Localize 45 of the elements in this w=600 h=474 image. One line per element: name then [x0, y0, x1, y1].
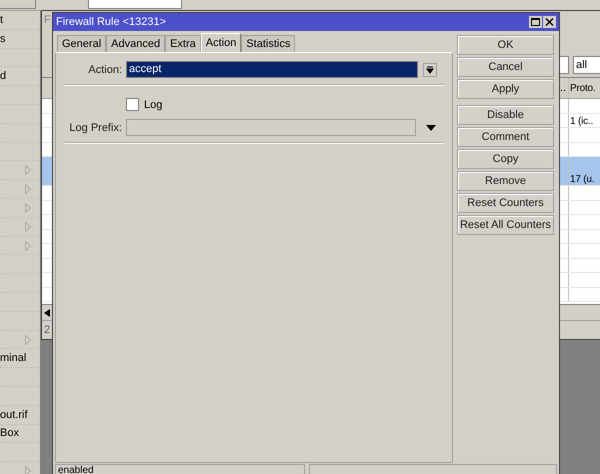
scroll-left-icon[interactable]	[44, 308, 50, 316]
submenu-arrow-icon	[25, 184, 31, 194]
action-button[interactable]: Remove	[457, 171, 554, 191]
tab[interactable]: Extra	[165, 35, 201, 52]
status-text: 2	[44, 324, 50, 336]
close-icon[interactable]	[543, 16, 556, 28]
submenu-arrow-icon	[25, 222, 31, 232]
window-title: Firewall Rule <13231>	[56, 16, 166, 28]
dialog-button[interactable]: Cancel	[457, 57, 554, 77]
action-button[interactable]: Reset All Counters	[457, 215, 554, 235]
filter-value-field[interactable]: all	[573, 56, 600, 74]
table-cell: 1 (ic..	[570, 116, 594, 127]
dialog-button[interactable]: Apply	[457, 79, 554, 99]
action-button[interactable]: Copy	[457, 149, 554, 169]
tab[interactable]: Action	[200, 33, 242, 52]
menu-item[interactable]: out.rif	[0, 406, 40, 425]
dialog-button[interactable]: OK	[457, 35, 554, 55]
dropdown-arrow-icon[interactable]	[426, 124, 436, 130]
submenu-arrow-icon	[25, 240, 31, 251]
submenu-arrow-icon	[25, 202, 31, 213]
submenu-arrow-icon	[25, 334, 31, 345]
field-label: Log Prefix:	[68, 122, 122, 134]
window-title: F	[44, 14, 51, 26]
submenu-arrow-icon	[25, 165, 31, 176]
submenu-arrow-icon	[25, 466, 31, 474]
menu-item[interactable]: d	[0, 67, 40, 86]
tab[interactable]: General	[57, 35, 106, 52]
action-button[interactable]: Reset Counters	[457, 193, 554, 213]
column-header[interactable]: Proto.	[568, 78, 600, 98]
menu-item[interactable]: Box	[0, 424, 40, 444]
log-prefix-field[interactable]	[126, 119, 416, 136]
field-label: Action:	[87, 64, 122, 76]
tab[interactable]: Statistics	[241, 35, 296, 52]
log-checkbox[interactable]	[126, 98, 139, 111]
table-cell: 17 (u.	[570, 174, 594, 185]
status-pane: enabled	[55, 464, 305, 474]
action-button[interactable]: Disable	[457, 105, 554, 125]
menu-item[interactable]: s	[0, 30, 40, 49]
action-dropdown[interactable]: accept	[126, 61, 418, 78]
tab[interactable]: Advanced	[106, 35, 166, 52]
action-button[interactable]: Comment	[457, 127, 554, 147]
checkbox-label: Log	[144, 98, 162, 110]
menu-item[interactable]: minal	[0, 349, 40, 368]
maximize-icon[interactable]	[529, 16, 542, 28]
dropdown-button-icon[interactable]	[423, 62, 437, 76]
